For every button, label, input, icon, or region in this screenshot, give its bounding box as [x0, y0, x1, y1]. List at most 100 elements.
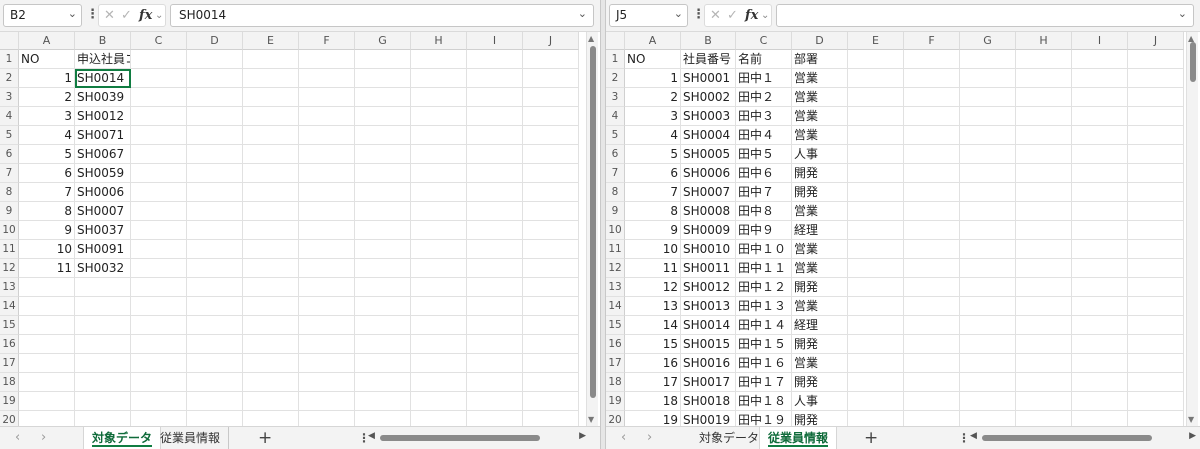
cell-c13[interactable]	[131, 278, 187, 297]
cell-i17[interactable]	[467, 354, 523, 373]
cell-i18[interactable]	[467, 373, 523, 392]
cell-c8[interactable]: 田中７	[736, 183, 792, 202]
cell-j14[interactable]	[523, 297, 579, 316]
cell-h9[interactable]	[411, 202, 467, 221]
cell-h1[interactable]	[411, 50, 467, 69]
cell-g9[interactable]	[960, 202, 1016, 221]
cell-i19[interactable]	[1072, 392, 1128, 411]
cell-e4[interactable]	[243, 107, 299, 126]
cell-c2[interactable]: 田中１	[736, 69, 792, 88]
cell-b7[interactable]: SH0006	[681, 164, 736, 183]
row-header[interactable]: 4	[0, 107, 19, 126]
cell-i2[interactable]	[1072, 69, 1128, 88]
name-box[interactable]: B2 ⌄	[3, 4, 82, 27]
sheet-tab-1[interactable]: 従業員情報	[759, 427, 838, 449]
cell-c9[interactable]: 田中８	[736, 202, 792, 221]
cell-h15[interactable]	[411, 316, 467, 335]
cell-i2[interactable]	[467, 69, 523, 88]
cell-d4[interactable]: 営業	[792, 107, 848, 126]
cell-a9[interactable]: 8	[625, 202, 681, 221]
cell-a4[interactable]: 3	[19, 107, 75, 126]
cell-b18[interactable]	[75, 373, 131, 392]
cell-a14[interactable]	[19, 297, 75, 316]
cell-c11[interactable]: 田中１０	[736, 240, 792, 259]
cell-f2[interactable]	[299, 69, 355, 88]
row-header[interactable]: 12	[606, 259, 625, 278]
cell-b16[interactable]	[75, 335, 131, 354]
cell-f12[interactable]	[904, 259, 960, 278]
cell-i15[interactable]	[1072, 316, 1128, 335]
cell-g1[interactable]	[960, 50, 1016, 69]
cell-g2[interactable]	[960, 69, 1016, 88]
cell-a8[interactable]: 7	[19, 183, 75, 202]
row-header[interactable]: 8	[606, 183, 625, 202]
cell-c4[interactable]	[131, 107, 187, 126]
next-sheet-icon[interactable]: ›	[41, 430, 46, 445]
cell-a11[interactable]: 10	[19, 240, 75, 259]
cell-c1[interactable]: 名前	[736, 50, 792, 69]
column-header-j[interactable]: J	[1128, 32, 1184, 50]
cell-a13[interactable]: 12	[625, 278, 681, 297]
cell-f6[interactable]	[904, 145, 960, 164]
cell-e19[interactable]	[848, 392, 904, 411]
cell-e12[interactable]	[243, 259, 299, 278]
cell-b14[interactable]	[75, 297, 131, 316]
cell-b17[interactable]: SH0016	[681, 354, 736, 373]
cell-g7[interactable]	[355, 164, 411, 183]
cell-i7[interactable]	[1072, 164, 1128, 183]
cell-j5[interactable]	[523, 126, 579, 145]
check-icon[interactable]: ✓	[121, 8, 132, 23]
cell-h18[interactable]	[411, 373, 467, 392]
cell-a5[interactable]: 4	[625, 126, 681, 145]
row-header[interactable]: 5	[0, 126, 19, 145]
cell-i16[interactable]	[467, 335, 523, 354]
cell-c9[interactable]	[131, 202, 187, 221]
cell-j9[interactable]	[1128, 202, 1184, 221]
cell-g6[interactable]	[960, 145, 1016, 164]
cell-e9[interactable]	[243, 202, 299, 221]
cell-d6[interactable]	[187, 145, 243, 164]
cell-c6[interactable]	[131, 145, 187, 164]
column-header-d[interactable]: D	[187, 32, 243, 50]
cell-b8[interactable]: SH0007	[681, 183, 736, 202]
cell-e5[interactable]	[848, 126, 904, 145]
cell-a6[interactable]: 5	[625, 145, 681, 164]
cell-a12[interactable]: 11	[625, 259, 681, 278]
cell-i13[interactable]	[467, 278, 523, 297]
cell-i6[interactable]	[467, 145, 523, 164]
cell-c3[interactable]	[131, 88, 187, 107]
cell-h5[interactable]	[1016, 126, 1072, 145]
cell-b2[interactable]: SH0014	[75, 69, 131, 88]
cell-h13[interactable]	[1016, 278, 1072, 297]
cell-d17[interactable]: 営業	[792, 354, 848, 373]
cell-i10[interactable]	[1072, 221, 1128, 240]
cell-h15[interactable]	[1016, 316, 1072, 335]
scroll-down-icon[interactable]: ▼	[1188, 415, 1194, 424]
row-header[interactable]: 6	[606, 145, 625, 164]
cell-f11[interactable]	[904, 240, 960, 259]
cell-c17[interactable]: 田中１６	[736, 354, 792, 373]
cell-h4[interactable]	[411, 107, 467, 126]
scroll-up-icon[interactable]: ▲	[588, 34, 594, 43]
row-header[interactable]: 17	[0, 354, 19, 373]
cell-g8[interactable]	[355, 183, 411, 202]
cell-c8[interactable]	[131, 183, 187, 202]
cell-f10[interactable]	[904, 221, 960, 240]
cell-b12[interactable]: SH0032	[75, 259, 131, 278]
cell-a4[interactable]: 3	[625, 107, 681, 126]
cell-e1[interactable]	[848, 50, 904, 69]
cell-j13[interactable]	[523, 278, 579, 297]
cell-e12[interactable]	[848, 259, 904, 278]
cell-a5[interactable]: 4	[19, 126, 75, 145]
cell-f4[interactable]	[904, 107, 960, 126]
cell-g2[interactable]	[355, 69, 411, 88]
prev-sheet-icon[interactable]: ‹	[15, 430, 20, 445]
cell-e14[interactable]	[243, 297, 299, 316]
cell-d5[interactable]: 営業	[792, 126, 848, 145]
cell-a9[interactable]: 8	[19, 202, 75, 221]
scroll-right-icon[interactable]: ▶	[1189, 431, 1196, 441]
cell-e2[interactable]	[848, 69, 904, 88]
cell-g19[interactable]	[355, 392, 411, 411]
row-header[interactable]: 15	[606, 316, 625, 335]
cell-d6[interactable]: 人事	[792, 145, 848, 164]
